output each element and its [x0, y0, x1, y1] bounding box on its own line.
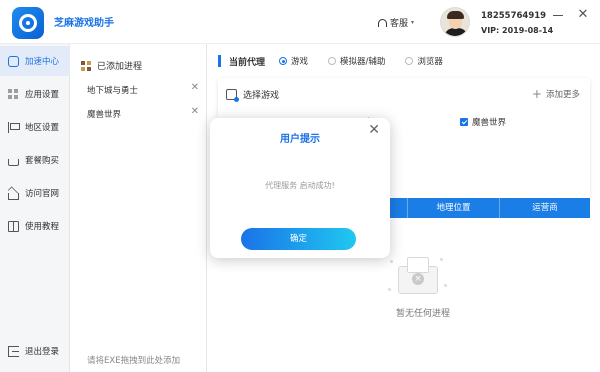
- sidebar-item-label: 应用设置: [25, 90, 60, 100]
- sidebar-item-app-settings[interactable]: 应用设置: [0, 79, 70, 109]
- sidebar-item-label: 套餐购买: [25, 156, 60, 166]
- title-bar: 芝麻游戏助手 客服 ▾ 18255764919 VIP: 2019-08-14 …: [0, 0, 600, 44]
- dialog-message: 代理服务 启动成功!: [265, 181, 335, 190]
- radio-icon: [328, 57, 337, 65]
- apps-icon: [8, 88, 19, 100]
- cart-icon: [8, 158, 19, 166]
- section-marker: [218, 55, 221, 67]
- process-panel-title: 已添加进程: [97, 62, 143, 72]
- remove-process-icon[interactable]: ✕: [191, 82, 199, 93]
- flag-icon: [8, 121, 20, 133]
- plus-icon: +: [531, 87, 542, 101]
- chevron-down-icon: ▾: [411, 19, 415, 26]
- gamepad-icon: [8, 55, 19, 67]
- sidebar-item-label: 访问官网: [25, 189, 60, 199]
- add-more-label: 添加更多: [545, 90, 580, 100]
- minimize-button[interactable]: [551, 8, 565, 22]
- book-icon: [8, 220, 19, 232]
- home-icon: [8, 192, 19, 200]
- customer-service-label: 客服: [390, 19, 409, 29]
- proxy-option-label: 游戏: [291, 57, 309, 67]
- user-notice-dialog: 用户提示 ✕ 代理服务 启动成功! 确定: [210, 118, 390, 258]
- sidebar-item-website[interactable]: 访问官网: [0, 178, 70, 208]
- account-phone: 18255764919: [481, 11, 547, 21]
- proxy-option-game[interactable]: 游戏: [279, 55, 308, 67]
- proxy-option-label: 浏览器: [417, 57, 443, 67]
- game-checkbox-label: 魔兽世界: [472, 118, 507, 128]
- process-panel-header: 已添加进程: [81, 59, 142, 72]
- customer-service-button[interactable]: 客服 ▾: [378, 16, 414, 29]
- radio-selected-icon: [279, 57, 288, 65]
- dialog-close-icon[interactable]: ✕: [368, 122, 380, 138]
- empty-state-text: 暂无任何进程: [396, 309, 451, 319]
- remove-process-icon[interactable]: ✕: [191, 106, 199, 117]
- process-item-label: 地下城与勇士: [87, 86, 139, 96]
- table-header-location: 地理位置: [408, 198, 500, 218]
- close-window-button[interactable]: ✕: [576, 8, 590, 22]
- proxy-mode-row: 当前代理 游戏 模拟器/辅助 浏览器: [218, 54, 463, 68]
- proxy-option-browser[interactable]: 浏览器: [405, 55, 443, 67]
- logout-label: 退出登录: [25, 347, 60, 357]
- process-item[interactable]: 魔兽世界 ✕: [87, 106, 199, 120]
- drop-exe-hint: 请将EXE拖拽到此处添加: [87, 356, 181, 366]
- sidebar-item-label: 加速中心: [25, 57, 60, 67]
- sidebar-item-region[interactable]: 地区设置: [0, 112, 70, 142]
- checkbox-checked-icon: [460, 118, 468, 126]
- app-title: 芝麻游戏助手: [54, 18, 114, 29]
- game-select-icon: [226, 89, 239, 102]
- proxy-option-emulator[interactable]: 模拟器/辅助: [328, 55, 385, 67]
- vip-expiry: VIP: 2019-08-14: [481, 26, 554, 35]
- sidebar-item-acceleration[interactable]: 加速中心: [0, 46, 70, 76]
- logout-button[interactable]: 退出登录: [0, 336, 70, 366]
- select-game-title: 选择游戏: [243, 91, 280, 101]
- add-more-button[interactable]: + 添加更多: [532, 88, 580, 100]
- sidebar-item-label: 地区设置: [25, 123, 60, 133]
- process-panel: 已添加进程 地下城与勇士 ✕ 魔兽世界 ✕ 请将EXE拖拽到此处添加: [71, 44, 207, 372]
- process-item-label: 魔兽世界: [87, 110, 122, 120]
- confirm-button[interactable]: 确定: [241, 228, 356, 250]
- process-icon: [81, 60, 91, 71]
- proxy-option-label: 模拟器/辅助: [340, 57, 386, 67]
- sidebar-item-tutorial[interactable]: 使用教程: [0, 211, 70, 241]
- game-checkbox[interactable]: 魔兽世界: [460, 116, 506, 128]
- select-game-header: 选择游戏: [226, 88, 280, 102]
- sidebar-item-purchase[interactable]: 套餐购买: [0, 145, 70, 175]
- process-item[interactable]: 地下城与勇士 ✕: [87, 82, 199, 96]
- sidebar: 加速中心 应用设置 地区设置 套餐购买 访问官网 使用教程 退出登录: [0, 44, 70, 372]
- proxy-mode-label: 当前代理: [229, 57, 266, 68]
- headset-icon: [378, 18, 387, 27]
- radio-icon: [405, 57, 414, 65]
- logout-icon: [8, 345, 19, 357]
- avatar[interactable]: [440, 7, 470, 37]
- dialog-title: 用户提示: [280, 134, 320, 145]
- app-logo-icon: [12, 7, 44, 39]
- table-header-carrier: 运营商: [532, 203, 558, 213]
- empty-state-icon: [388, 254, 448, 304]
- sidebar-item-label: 使用教程: [25, 222, 60, 232]
